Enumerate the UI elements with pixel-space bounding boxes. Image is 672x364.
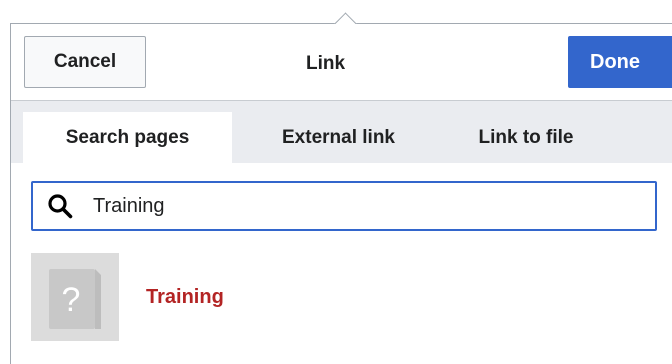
tab-link-to-file[interactable]: Link to file — [451, 112, 601, 163]
result-thumbnail: ? — [31, 253, 119, 341]
search-box — [31, 181, 657, 231]
svg-text:?: ? — [62, 281, 81, 319]
tab-bar: Search pages External link Link to file — [11, 101, 672, 163]
cancel-button[interactable]: Cancel — [24, 36, 146, 88]
result-link[interactable]: Training — [146, 286, 224, 309]
search-icon — [48, 194, 73, 219]
done-button[interactable]: Done — [568, 36, 672, 88]
link-dialog: Cancel Link Done Search pages External l… — [10, 23, 672, 364]
search-input[interactable] — [93, 194, 633, 218]
question-mark-icon: ? — [49, 269, 101, 329]
tab-external-link[interactable]: External link — [256, 112, 421, 163]
dialog-title: Link — [306, 53, 346, 74]
tab-search-pages[interactable]: Search pages — [23, 112, 232, 163]
list-item[interactable]: ? Training — [31, 252, 657, 342]
dialog-header: Cancel Link Done — [11, 24, 672, 101]
